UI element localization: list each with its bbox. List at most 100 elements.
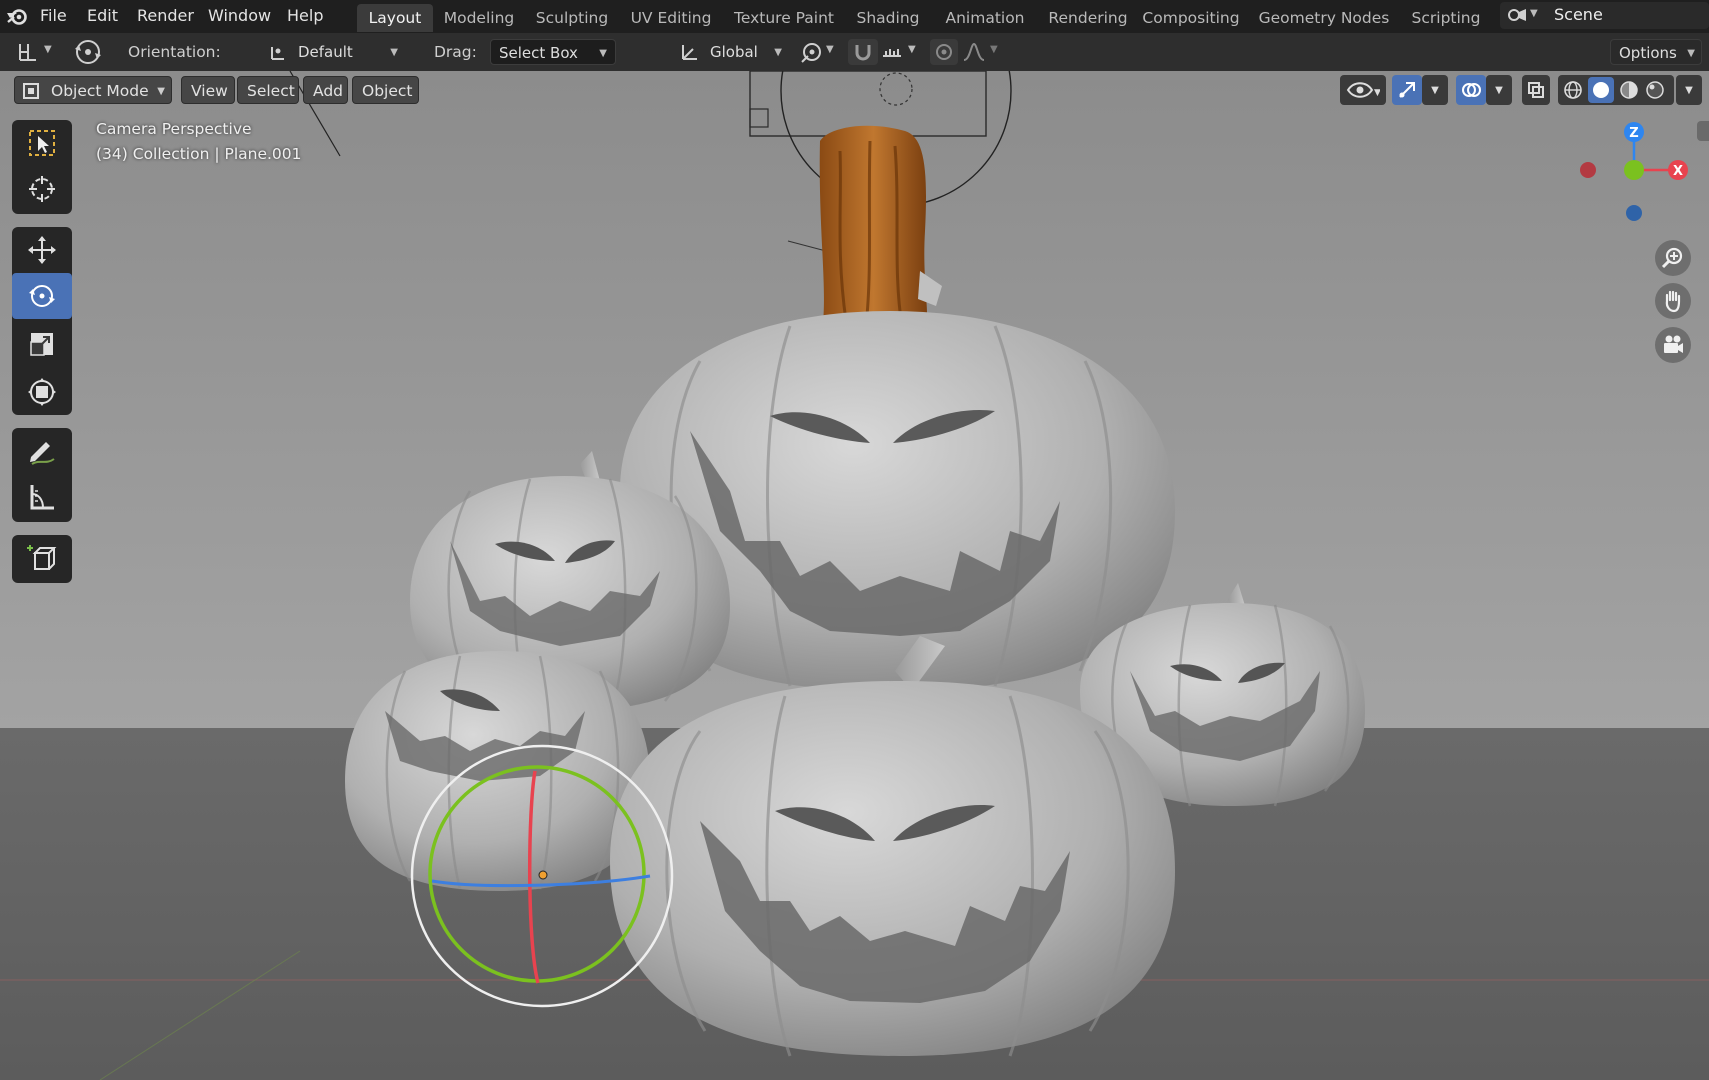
orientation-dropdown[interactable]: Default ▼ xyxy=(262,39,402,65)
menu-window[interactable]: Window xyxy=(202,0,277,31)
transform-space-value: Global xyxy=(710,43,758,61)
tool-settings-header: ▼ Orientation: Default ▼ Drag: Select Bo… xyxy=(0,33,1709,72)
proportional-edit-toggle[interactable] xyxy=(930,39,958,65)
visibility-dropdown[interactable]: ▼ xyxy=(1340,75,1386,105)
gizmo-x-label: X xyxy=(1673,164,1683,179)
object-menu[interactable]: Object xyxy=(352,76,419,104)
chevron-down-icon: ▼ xyxy=(1495,84,1503,96)
scale-tool[interactable] xyxy=(12,321,72,367)
menu-edit[interactable]: Edit xyxy=(81,0,124,31)
pivot-icon xyxy=(271,47,284,60)
zoom-button[interactable] xyxy=(1655,240,1691,276)
chevron-down-icon: ▼ xyxy=(157,86,165,97)
eye-icon: ▼ xyxy=(1346,82,1380,98)
add-menu[interactable]: Add xyxy=(303,76,348,104)
shading-dropdown[interactable]: ▼ xyxy=(1676,75,1702,105)
scale-icon xyxy=(30,333,53,356)
move-tool[interactable] xyxy=(12,227,72,273)
toolbar-add-group xyxy=(12,535,72,583)
overlay-icon xyxy=(1462,83,1481,97)
gizmo-toggle[interactable] xyxy=(1392,75,1422,105)
transform-orientation-dropdown[interactable]: Global ▼ xyxy=(674,39,786,65)
options-label: Options xyxy=(1619,44,1677,62)
svg-text:▼: ▼ xyxy=(1374,88,1380,98)
blender-logo-icon[interactable] xyxy=(5,4,29,28)
overlay-toggle[interactable] xyxy=(1456,75,1486,105)
options-dropdown[interactable]: Options ▼ xyxy=(1610,39,1702,65)
tab-modeling[interactable]: Modeling xyxy=(438,4,520,32)
collection-info-label: (34) Collection | Plane.001 xyxy=(96,145,302,163)
solid-shading-button[interactable] xyxy=(1588,77,1614,103)
chevron-down-icon: ▼ xyxy=(44,44,52,55)
menu-file[interactable]: File xyxy=(34,0,73,31)
pan-button[interactable] xyxy=(1655,283,1691,319)
chevron-down-icon: ▼ xyxy=(990,44,998,55)
transform-icon xyxy=(28,378,56,406)
toolbar-transform-group xyxy=(12,227,72,415)
measure-icon xyxy=(30,485,54,510)
scene-render xyxy=(0,71,1709,1080)
object-mode-icon xyxy=(23,83,39,99)
gizmo-dropdown[interactable]: ▼ xyxy=(1422,75,1448,105)
top-bar: File Edit Render Window Help Layout Mode… xyxy=(0,0,1709,33)
camera-view-button[interactable] xyxy=(1655,327,1691,363)
rotate-tool-icon[interactable] xyxy=(72,37,104,67)
toolbar-annotate-group xyxy=(12,428,72,522)
tab-sculpting[interactable]: Sculpting xyxy=(530,4,614,32)
tab-layout[interactable]: Layout xyxy=(357,4,433,32)
scene-selector[interactable]: ▼ Scene xyxy=(1500,2,1709,29)
drag-dropdown[interactable]: Select Box ▼ xyxy=(490,39,616,65)
snap-target-dropdown[interactable]: ▼ xyxy=(880,39,922,65)
scene-name: Scene xyxy=(1554,5,1603,24)
menu-help[interactable]: Help xyxy=(281,0,329,31)
move-icon xyxy=(28,236,56,264)
pivot-point-dropdown[interactable]: ▼ xyxy=(798,39,840,65)
material-shading-icon[interactable] xyxy=(1618,79,1640,101)
rotate-icon xyxy=(29,285,55,307)
annotate-tool[interactable] xyxy=(12,428,72,474)
cursor-icon xyxy=(29,176,55,202)
snap-toggle[interactable] xyxy=(848,39,878,65)
gizmo-z-label: Z xyxy=(1629,126,1638,141)
xray-toggle[interactable] xyxy=(1522,75,1550,105)
proportional-edit-icon xyxy=(936,44,952,60)
chevron-down-icon: ▼ xyxy=(1687,48,1695,59)
menu-render[interactable]: Render xyxy=(131,0,200,31)
tab-geometry-nodes[interactable]: Geometry Nodes xyxy=(1256,4,1392,32)
tab-scripting[interactable]: Scripting xyxy=(1403,4,1489,32)
pivot-point-icon xyxy=(801,43,821,63)
tab-compositing[interactable]: Compositing xyxy=(1140,4,1242,32)
tab-shading[interactable]: Shading xyxy=(851,4,925,32)
select-menu[interactable]: Select xyxy=(237,76,299,104)
rendered-shading-icon[interactable] xyxy=(1644,79,1666,101)
falloff-dropdown[interactable]: ▼ xyxy=(962,39,1004,65)
sidebar-toggle-arrow[interactable] xyxy=(1697,121,1709,141)
measure-tool[interactable] xyxy=(12,474,72,520)
camera-view-icon xyxy=(1664,335,1683,353)
tab-animation[interactable]: Animation xyxy=(935,4,1035,32)
transform-tool[interactable] xyxy=(12,369,72,415)
overlay-dropdown[interactable]: ▼ xyxy=(1486,75,1512,105)
orientation-label: Orientation: xyxy=(128,43,221,61)
active-tool-dropdown[interactable]: ▼ xyxy=(16,39,58,65)
cursor-tool[interactable] xyxy=(12,166,72,212)
add-cube-tool[interactable] xyxy=(12,535,72,581)
tab-rendering[interactable]: Rendering xyxy=(1043,4,1133,32)
wireframe-shading-icon[interactable] xyxy=(1562,79,1584,101)
navigation-gizmo[interactable]: Z X xyxy=(1560,111,1700,231)
zoom-icon xyxy=(1661,247,1683,269)
3d-viewport[interactable]: Object Mode ▼ View Select Add Object ▼ ▼… xyxy=(0,71,1709,1080)
drag-label: Drag: xyxy=(434,43,477,61)
orientation-value: Default xyxy=(298,43,353,61)
mode-label: Object Mode xyxy=(51,82,149,100)
solid-shading-icon xyxy=(1593,82,1609,98)
tab-uv-editing[interactable]: UV Editing xyxy=(625,4,717,32)
rotate-tool[interactable] xyxy=(12,273,72,319)
view-menu[interactable]: View xyxy=(181,76,235,104)
chevron-down-icon: ▼ xyxy=(1685,84,1693,96)
pumpkin-bottom-left xyxy=(345,651,650,891)
tab-texture-paint[interactable]: Texture Paint xyxy=(728,4,840,32)
select-box-tool[interactable] xyxy=(12,120,72,166)
mode-dropdown[interactable]: Object Mode ▼ xyxy=(14,76,172,104)
toolbar-select-group xyxy=(12,120,72,214)
